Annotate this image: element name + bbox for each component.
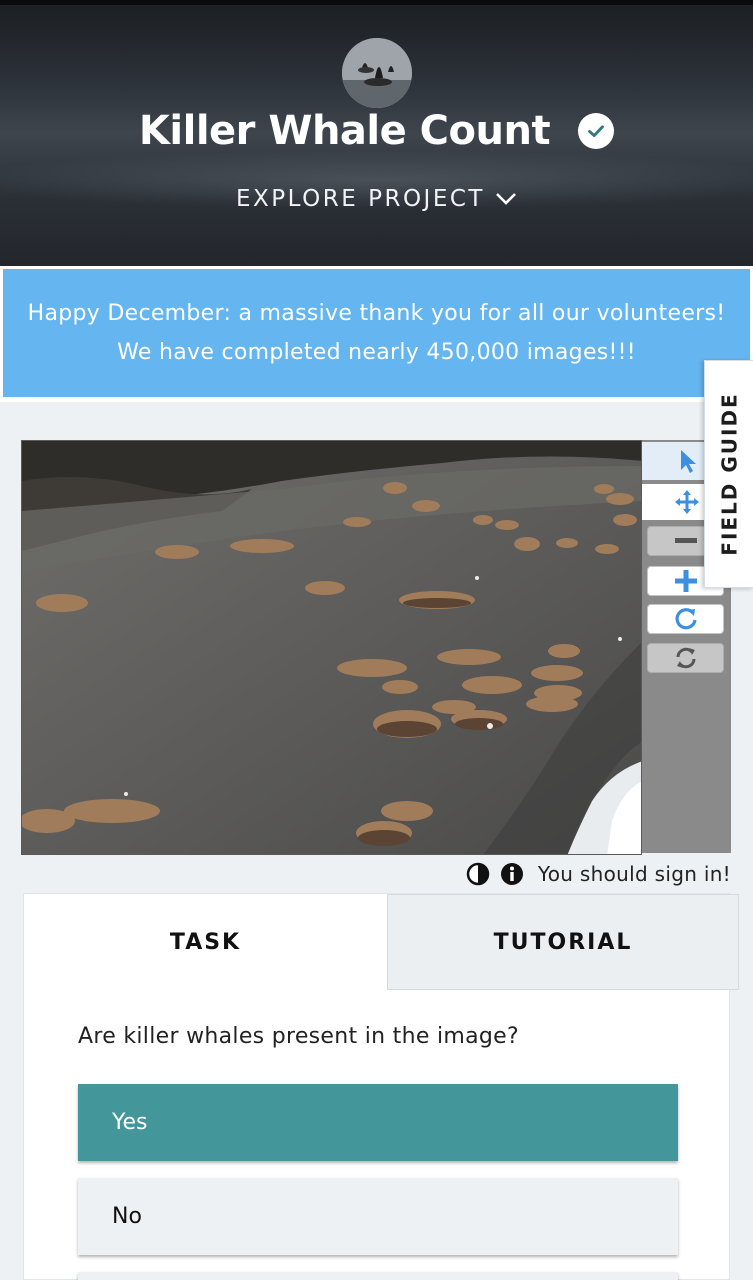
zoom-in-icon [674, 570, 697, 592]
project-avatar[interactable] [342, 38, 412, 108]
field-guide-label: FIELD GUIDE [717, 392, 742, 556]
subject-image[interactable] [21, 440, 642, 855]
project-header: Killer Whale Count EXPLORE PROJECT [0, 0, 753, 266]
verified-badge-icon [578, 113, 615, 149]
sign-in-notice[interactable]: You should sign in! [538, 862, 731, 886]
task-panel: TASK TUTORIAL Are killer whales present … [23, 893, 739, 1280]
reset-button[interactable] [647, 643, 724, 673]
explore-project-label: EXPLORE PROJECT [236, 186, 485, 212]
tab-task[interactable]: TASK [24, 894, 387, 990]
chevron-down-icon [496, 193, 516, 205]
reset-icon [676, 647, 695, 669]
tab-tutorial[interactable]: TUTORIAL [387, 894, 739, 990]
task-question: Are killer whales present in the image? [78, 1024, 519, 1049]
announcement-text: Happy December: a massive thank you for … [3, 269, 750, 397]
answer-yes-button[interactable]: Yes [78, 1084, 678, 1161]
answer-no-button[interactable]: No [78, 1178, 678, 1255]
project-title: Killer Whale Count [138, 108, 551, 154]
field-guide-tab[interactable]: FIELD GUIDE [704, 360, 753, 588]
explore-project-menu[interactable]: EXPLORE PROJECT [0, 186, 753, 212]
move-icon [674, 490, 699, 514]
announcement-banner: Happy December: a massive thank you for … [0, 266, 753, 402]
subject-meta-row: You should sign in! [466, 860, 731, 888]
answer-next-button[interactable] [78, 1272, 678, 1280]
rotate-icon [674, 608, 697, 630]
answer-label: Yes [112, 1110, 148, 1135]
info-icon[interactable] [500, 862, 524, 886]
rotate-button[interactable] [647, 604, 724, 634]
pointer-icon [680, 450, 696, 473]
invert-contrast-icon[interactable] [466, 862, 490, 886]
answer-label: No [112, 1204, 142, 1229]
zoom-out-icon [674, 538, 697, 543]
